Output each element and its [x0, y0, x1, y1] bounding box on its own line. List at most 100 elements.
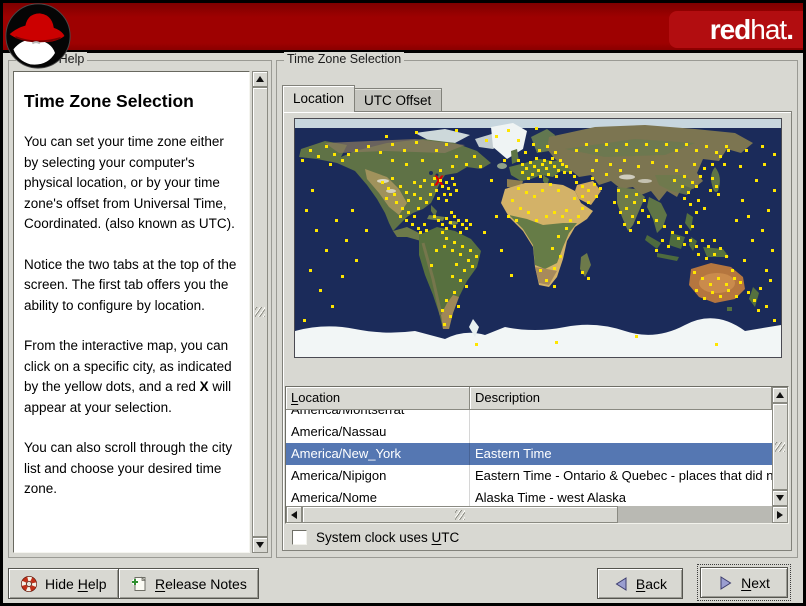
city-dot[interactable]: [430, 264, 433, 267]
city-dot[interactable]: [469, 223, 472, 226]
city-dot[interactable]: [533, 165, 536, 168]
city-dot[interactable]: [355, 149, 358, 152]
city-dot[interactable]: [387, 187, 390, 190]
city-dot[interactable]: [419, 231, 422, 234]
city-dot[interactable]: [453, 291, 456, 294]
city-dot[interactable]: [485, 139, 488, 142]
city-dot[interactable]: [515, 219, 518, 222]
city-dot[interactable]: [641, 209, 644, 212]
city-dot[interactable]: [531, 173, 534, 176]
city-dot[interactable]: [569, 219, 572, 222]
city-dot[interactable]: [445, 299, 448, 302]
city-dot[interactable]: [569, 171, 572, 174]
city-dot[interactable]: [483, 231, 486, 234]
city-dot[interactable]: [439, 169, 442, 172]
city-dot[interactable]: [615, 149, 618, 152]
city-dot[interactable]: [661, 239, 664, 242]
city-dot[interactable]: [759, 287, 762, 290]
city-dot[interactable]: [683, 175, 686, 178]
city-dot[interactable]: [341, 159, 344, 162]
city-dot[interactable]: [745, 149, 748, 152]
city-dot[interactable]: [391, 177, 394, 180]
city-dot[interactable]: [701, 239, 704, 242]
city-dot[interactable]: [651, 161, 654, 164]
table-row[interactable]: America/Nipigon Eastern Time - Ontario & …: [286, 465, 772, 487]
table-scroll-up-button[interactable]: [772, 387, 788, 403]
city-dot[interactable]: [709, 283, 712, 286]
city-dot[interactable]: [465, 163, 468, 166]
city-dot[interactable]: [457, 305, 460, 308]
city-dot[interactable]: [419, 185, 422, 188]
city-dot[interactable]: [413, 193, 416, 196]
city-dot[interactable]: [703, 167, 706, 170]
city-dot[interactable]: [325, 145, 328, 148]
tab-location[interactable]: Location: [282, 85, 356, 112]
table-scroll-right-button[interactable]: [772, 506, 788, 523]
city-dot[interactable]: [453, 183, 456, 186]
city-dot[interactable]: [751, 239, 754, 242]
city-dot[interactable]: [685, 231, 688, 234]
city-dot[interactable]: [479, 165, 482, 168]
city-dot[interactable]: [445, 227, 448, 230]
city-dot[interactable]: [433, 177, 436, 180]
city-dot[interactable]: [739, 165, 742, 168]
city-dot[interactable]: [413, 215, 416, 218]
city-dot[interactable]: [417, 207, 420, 210]
city-dot[interactable]: [517, 139, 520, 142]
city-dot[interactable]: [455, 263, 458, 266]
city-dot[interactable]: [761, 145, 764, 148]
city-dot[interactable]: [561, 163, 564, 166]
city-dot[interactable]: [319, 289, 322, 292]
city-dot[interactable]: [425, 229, 428, 232]
city-dot[interactable]: [435, 249, 438, 252]
city-dot[interactable]: [587, 189, 590, 192]
city-dot[interactable]: [709, 189, 712, 192]
city-dot[interactable]: [581, 207, 584, 210]
city-dot[interactable]: [546, 145, 549, 148]
table-horizontal-scrollbar[interactable]: [286, 506, 788, 523]
city-dot[interactable]: [399, 185, 402, 188]
city-dot[interactable]: [381, 181, 384, 184]
city-dot[interactable]: [671, 231, 674, 234]
city-dot[interactable]: [435, 189, 438, 192]
city-dot[interactable]: [539, 175, 542, 178]
city-dot[interactable]: [591, 169, 594, 172]
city-dot[interactable]: [449, 193, 452, 196]
city-dot[interactable]: [445, 181, 448, 184]
city-dot[interactable]: [697, 253, 700, 256]
city-dot[interactable]: [553, 285, 556, 288]
city-dot[interactable]: [553, 165, 556, 168]
city-dot[interactable]: [535, 127, 538, 130]
city-dot[interactable]: [595, 195, 598, 198]
column-header-location[interactable]: Location: [286, 387, 470, 410]
city-dot[interactable]: [625, 195, 628, 198]
city-dot[interactable]: [689, 203, 692, 206]
city-dot[interactable]: [437, 219, 440, 222]
city-dot[interactable]: [469, 249, 472, 252]
city-dot[interactable]: [631, 215, 634, 218]
city-dot[interactable]: [555, 341, 558, 344]
city-dot[interactable]: [451, 165, 454, 168]
help-scroll-thumb[interactable]: [252, 87, 268, 537]
city-dot[interactable]: [683, 197, 686, 200]
city-dot[interactable]: [465, 227, 468, 230]
city-dot[interactable]: [767, 209, 770, 212]
city-dot[interactable]: [441, 309, 444, 312]
city-dot[interactable]: [717, 277, 720, 280]
city-dot[interactable]: [735, 219, 738, 222]
city-dot[interactable]: [625, 143, 628, 146]
table-row[interactable]: America/Nome Alaska Time - west Alaska: [286, 487, 772, 506]
city-dot[interactable]: [451, 275, 454, 278]
city-dot[interactable]: [727, 149, 730, 152]
city-dot[interactable]: [673, 179, 676, 182]
city-dot[interactable]: [519, 207, 522, 210]
city-dot[interactable]: [647, 215, 650, 218]
city-dot[interactable]: [711, 163, 714, 166]
city-dot[interactable]: [475, 343, 478, 346]
city-dot[interactable]: [719, 247, 722, 250]
city-dot[interactable]: [455, 129, 458, 132]
city-dot[interactable]: [495, 215, 498, 218]
city-dot[interactable]: [765, 269, 768, 272]
city-dot[interactable]: [575, 149, 578, 152]
city-dot[interactable]: [453, 215, 456, 218]
